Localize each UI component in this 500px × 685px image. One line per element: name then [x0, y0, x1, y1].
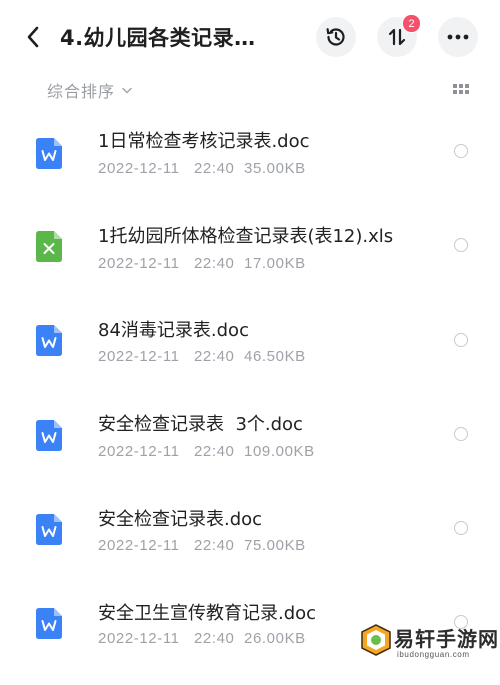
select-radio[interactable] — [454, 333, 468, 347]
select-radio[interactable] — [454, 427, 468, 441]
transfer-button[interactable]: 2 — [377, 14, 421, 57]
file-row[interactable]: 1日常检查考核记录表.doc 2022-12-11 22:40 35.00KB — [0, 118, 500, 213]
file-time: 22:40 — [193, 630, 235, 647]
watermark-name: 易轩手游网 — [394, 627, 499, 651]
file-time: 22:40 — [193, 255, 235, 272]
word-doc-icon — [36, 514, 62, 545]
file-row[interactable]: 安全检查记录表.doc 2022-12-11 22:40 75.00KB — [0, 496, 500, 591]
file-time: 22:40 — [193, 160, 235, 177]
file-meta: 2022-12-11 22:40 26.00KB — [98, 630, 306, 647]
watermark-logo-icon — [361, 624, 391, 656]
file-meta: 2022-12-11 22:40 46.50KB — [98, 348, 306, 365]
file-date: 2022-12-11 — [98, 255, 180, 272]
file-meta: 2022-12-11 22:40 35.00KB — [98, 160, 306, 177]
file-meta: 2022-12-11 22:40 17.00KB — [98, 255, 306, 272]
history-icon — [326, 28, 345, 46]
more-button[interactable] — [438, 17, 478, 57]
file-size: 26.00KB — [244, 630, 306, 647]
file-time: 22:40 — [193, 348, 235, 365]
select-radio[interactable] — [454, 144, 468, 158]
transfer-count-badge: 2 — [402, 14, 421, 33]
file-date: 2022-12-11 — [98, 630, 180, 647]
file-time: 22:40 — [193, 443, 235, 460]
file-row[interactable]: 84消毒记录表.doc 2022-12-11 22:40 46.50KB — [0, 307, 500, 402]
history-button[interactable] — [316, 17, 356, 57]
site-watermark: 易轩手游网 ibudongguan.com — [354, 620, 500, 666]
file-size: 46.50KB — [244, 348, 306, 365]
file-date: 2022-12-11 — [98, 443, 180, 460]
file-name: 安全检查记录表 3个.doc — [98, 414, 303, 435]
file-name: 1日常检查考核记录表.doc — [98, 131, 310, 152]
more-dots-icon — [447, 34, 469, 40]
file-size: 35.00KB — [244, 160, 306, 177]
file-meta: 2022-12-11 22:40 109.00KB — [98, 443, 315, 460]
file-date: 2022-12-11 — [98, 160, 180, 177]
grid-view-button[interactable] — [451, 82, 471, 98]
select-radio[interactable] — [454, 238, 468, 252]
file-time: 22:40 — [193, 537, 235, 554]
folder-title: 4.幼儿园各类记录… — [60, 26, 256, 50]
file-row[interactable]: 1托幼园所体格检查记录表(表12).xls 2022-12-11 22:40 1… — [0, 213, 500, 308]
top-bar: 4.幼儿园各类记录… 2 — [0, 0, 500, 70]
file-size: 109.00KB — [244, 443, 315, 460]
grid-view-icon — [453, 84, 469, 94]
file-name: 1托幼园所体格检查记录表(表12).xls — [98, 226, 394, 247]
chevron-down-icon — [122, 87, 132, 93]
word-doc-icon — [36, 325, 62, 356]
sort-label: 综合排序 — [47, 82, 116, 101]
file-size: 75.00KB — [244, 537, 306, 554]
watermark-url: ibudongguan.com — [397, 650, 470, 659]
file-name: 安全检查记录表.doc — [98, 509, 263, 530]
file-size: 17.00KB — [244, 255, 306, 272]
back-button[interactable] — [18, 22, 48, 52]
word-doc-icon — [36, 420, 62, 451]
file-date: 2022-12-11 — [98, 537, 180, 554]
sort-dropdown[interactable]: 综合排序 — [47, 78, 132, 102]
file-date: 2022-12-11 — [98, 348, 180, 365]
file-meta: 2022-12-11 22:40 75.00KB — [98, 537, 306, 554]
word-doc-icon — [36, 608, 62, 639]
excel-xls-icon — [36, 231, 62, 262]
file-name: 84消毒记录表.doc — [98, 320, 249, 341]
word-doc-icon — [36, 138, 62, 169]
file-row[interactable]: 安全检查记录表 3个.doc 2022-12-11 22:40 109.00KB — [0, 402, 500, 497]
file-name: 安全卫生宣传教育记录.doc — [98, 603, 317, 624]
chevron-left-icon — [27, 26, 39, 48]
select-radio[interactable] — [454, 521, 468, 535]
